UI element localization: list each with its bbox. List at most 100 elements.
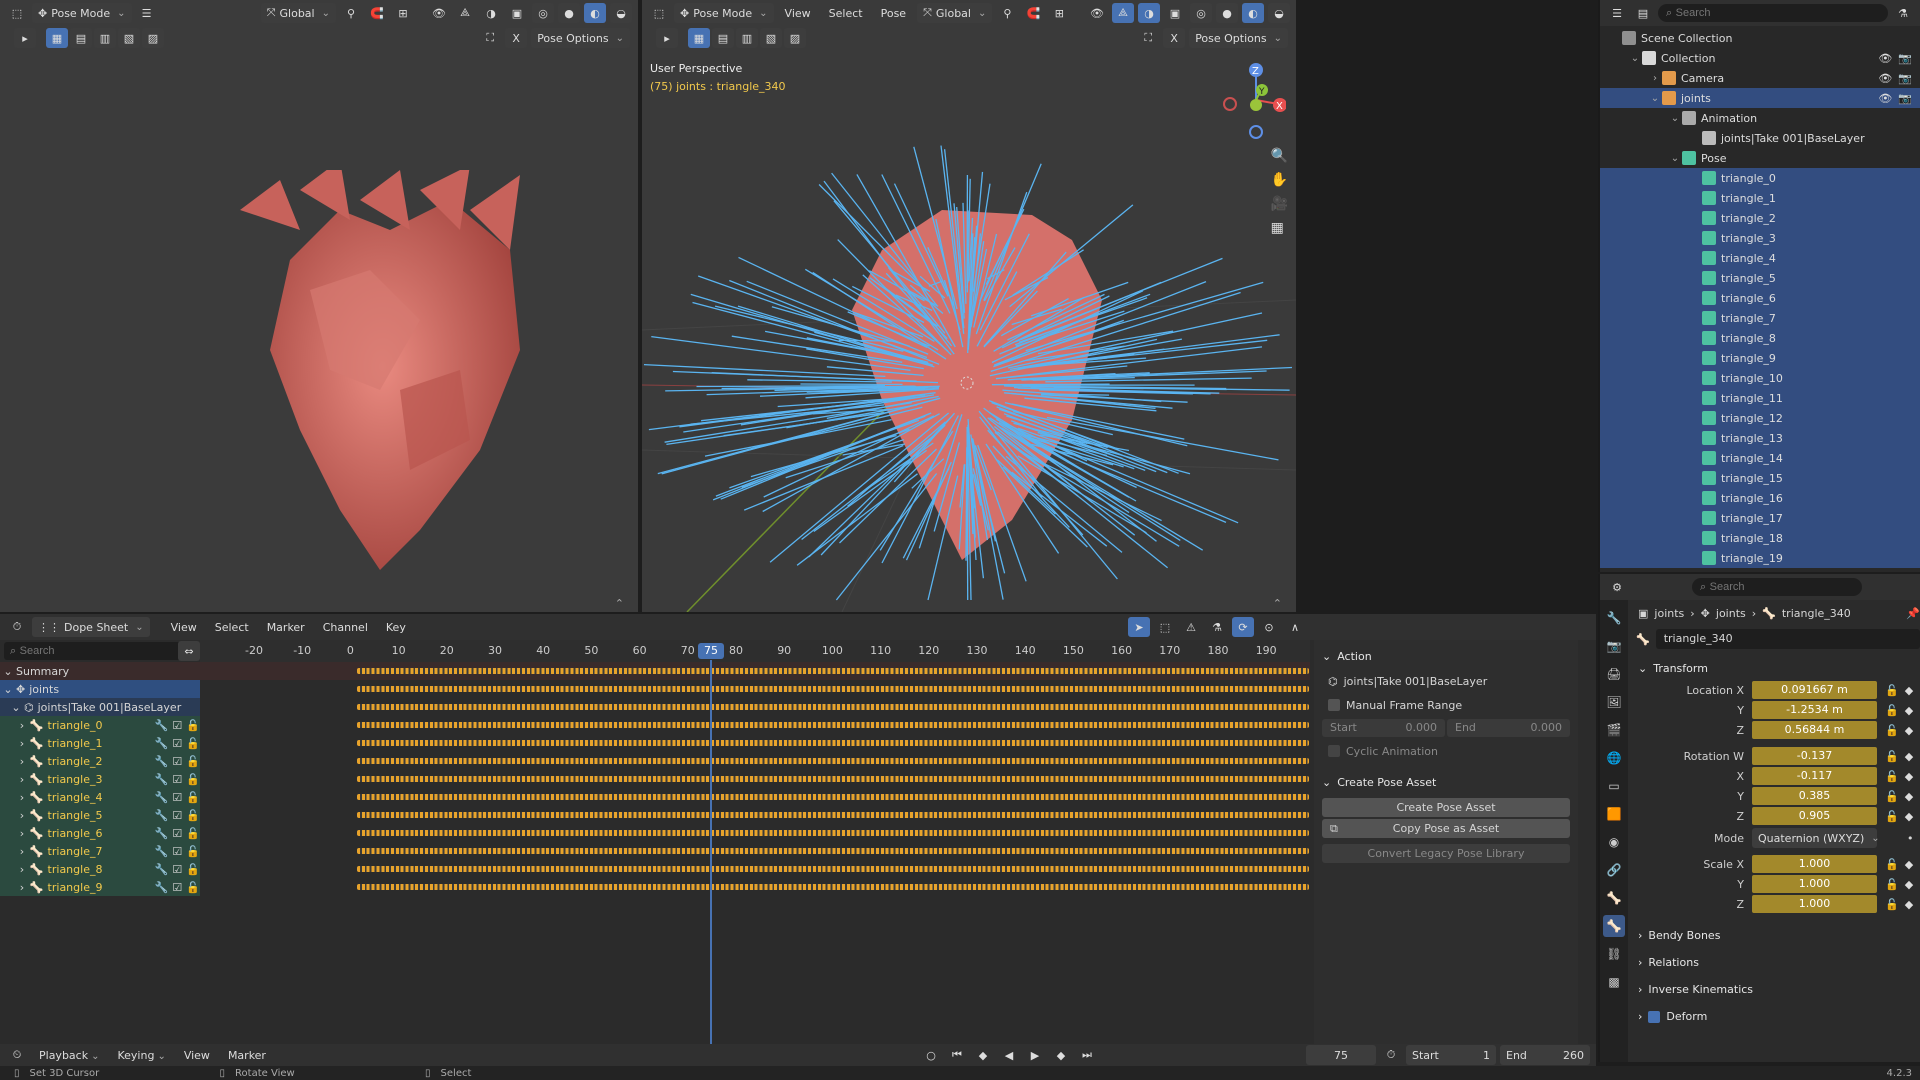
end-frame-field[interactable]: End 260 — [1500, 1045, 1590, 1065]
outliner-row[interactable]: triangle_3 — [1600, 228, 1920, 248]
play-reverse-icon[interactable]: ◀ — [998, 1045, 1020, 1065]
property-value-field[interactable]: 1.000 — [1752, 855, 1877, 873]
create-pose-panel-header[interactable]: ⌄ Create Pose Asset — [1322, 770, 1570, 794]
property-value-field[interactable]: 0.56844 m — [1752, 721, 1877, 739]
select-new-icon[interactable]: ▦ — [46, 28, 68, 48]
enable-checkbox[interactable]: ☑ — [172, 737, 182, 750]
keyframe-icon[interactable]: ◆ — [1905, 810, 1913, 823]
deform-checkbox[interactable] — [1648, 1010, 1661, 1023]
xray-icon[interactable]: ▣ — [506, 3, 528, 23]
menu-channel[interactable]: Channel — [316, 619, 375, 636]
menu-keying[interactable]: Keying — [110, 1047, 172, 1064]
outliner-row[interactable]: joints|Take 001|BaseLayer — [1600, 128, 1920, 148]
keyframe-strip[interactable] — [357, 722, 1309, 728]
mode-dropdown[interactable]: ✥ Pose Mode — [32, 3, 132, 23]
keyframe-strip[interactable] — [357, 686, 1309, 692]
channel-search-input[interactable] — [19, 645, 170, 657]
jump-end-icon[interactable]: ⏭ — [1076, 1045, 1098, 1065]
keyframe-icon[interactable]: ◆ — [1905, 878, 1913, 891]
outliner-row[interactable]: ⌄ Collection 👁 📷 — [1600, 48, 1920, 68]
editor-type-icon[interactable]: ☰ — [1606, 3, 1628, 23]
property-value-field[interactable]: -0.137 — [1752, 747, 1877, 765]
outliner-row[interactable]: triangle_17 — [1600, 508, 1920, 528]
view-layer-tab-icon[interactable]: 🖼 — [1603, 691, 1625, 713]
collapsed-panel-header[interactable]: › Bendy Bones — [1632, 922, 1920, 949]
current-frame-field[interactable]: 75 — [1306, 1045, 1376, 1065]
camera-render-icon[interactable]: 📷 — [1898, 52, 1912, 65]
select-extend-icon[interactable]: ▤ — [70, 28, 92, 48]
keyframe-strip[interactable] — [357, 830, 1309, 836]
outliner-search[interactable]: ⌕ — [1658, 4, 1888, 22]
expand-toggle-icon[interactable]: › — [1648, 73, 1662, 84]
outliner-row[interactable]: triangle_13 — [1600, 428, 1920, 448]
expand-toggle-icon[interactable]: ⌄ — [1648, 93, 1662, 104]
action-panel-header[interactable]: ⌄ Action — [1322, 644, 1570, 668]
enable-checkbox[interactable]: ☑ — [172, 845, 182, 858]
show-hidden-icon[interactable]: ⬚ — [1154, 617, 1176, 637]
bone-channel[interactable]: › 🦴 triangle_1 🔧 ☑ 🔓 — [0, 734, 1310, 752]
lock-icon[interactable]: 🔓 — [1885, 770, 1899, 783]
lock-icon[interactable]: 🔓 — [186, 845, 200, 858]
editor-type-icon[interactable]: ⚙ — [1606, 577, 1628, 597]
errors-icon[interactable]: ⚠ — [1180, 617, 1202, 637]
object-channel[interactable]: ⌄ ✥ joints — [0, 680, 1310, 698]
manual-range-checkbox[interactable] — [1328, 699, 1340, 711]
keyframe-strip[interactable] — [357, 794, 1309, 800]
lock-icon[interactable]: 🔓 — [186, 863, 200, 876]
eye-icon[interactable]: 👁 — [1878, 52, 1892, 65]
copy-pose-asset-button[interactable]: ⧉ Copy Pose as Asset — [1322, 819, 1570, 838]
bone-line[interactable] — [991, 383, 1110, 386]
collapsed-panel-header[interactable]: › Relations — [1632, 949, 1920, 976]
bone-channel[interactable]: › 🦴 triangle_6 🔧 ☑ 🔓 — [0, 824, 1310, 842]
menu-view[interactable]: View — [177, 1047, 217, 1064]
lock-icon[interactable]: 🔓 — [1885, 704, 1899, 717]
action-name[interactable]: joints|Take 001|BaseLayer — [1344, 675, 1488, 688]
keyframe-strip[interactable] — [357, 776, 1309, 782]
outliner-row[interactable]: triangle_12 — [1600, 408, 1920, 428]
lock-icon[interactable]: 🔓 — [1885, 810, 1899, 823]
eye-icon[interactable]: 👁 — [1878, 92, 1892, 105]
lock-icon[interactable]: 🔓 — [186, 773, 200, 786]
lock-icon[interactable]: 🔓 — [1885, 750, 1899, 763]
enable-checkbox[interactable]: ☑ — [172, 827, 182, 840]
object-tab-icon[interactable]: 🟧 — [1603, 803, 1625, 825]
wrench-icon[interactable]: 🔧 — [155, 773, 169, 786]
outliner-row[interactable]: triangle_18 — [1600, 528, 1920, 548]
constraints-tab-icon[interactable]: 🔗 — [1603, 859, 1625, 881]
jump-start-icon[interactable]: ⏮ — [946, 1045, 968, 1065]
transform-panel-header[interactable]: ⌄ Transform — [1632, 656, 1920, 680]
enable-checkbox[interactable]: ☑ — [172, 881, 182, 894]
pivot-icon[interactable]: ⚲ — [340, 3, 362, 23]
keyframe-icon[interactable]: ◆ — [1905, 724, 1913, 737]
bone-channel[interactable]: › 🦴 triangle_8 🔧 ☑ 🔓 — [0, 860, 1310, 878]
expand-toggle-icon[interactable]: ⌄ — [1628, 53, 1642, 64]
bone-channel[interactable]: › 🦴 triangle_2 🔧 ☑ 🔓 — [0, 752, 1310, 770]
create-pose-asset-button[interactable]: Create Pose Asset — [1322, 798, 1570, 817]
convert-legacy-button[interactable]: Convert Legacy Pose Library — [1322, 844, 1570, 863]
keyframe-icon[interactable]: ◆ — [1905, 790, 1913, 803]
wrench-icon[interactable]: 🔧 — [155, 809, 169, 822]
camera-view-icon[interactable]: 🎥 — [1271, 196, 1288, 212]
filter-icon[interactable]: ⚗ — [1892, 3, 1914, 23]
outliner-row[interactable]: ⌄ Animation — [1600, 108, 1920, 128]
next-key-icon[interactable]: ◆ — [1050, 1045, 1072, 1065]
keyframe-icon[interactable]: ◆ — [1905, 684, 1913, 697]
select-subtract-icon[interactable]: ▥ — [94, 28, 116, 48]
editor-type-icon[interactable]: ⏱ — [6, 617, 28, 637]
bone-channel[interactable]: › 🦴 triangle_7 🔧 ☑ 🔓 — [0, 842, 1310, 860]
interpolation-icon[interactable]: ∧ — [1284, 617, 1306, 637]
bone-line[interactable] — [715, 415, 926, 497]
bone-line[interactable] — [813, 449, 927, 533]
tool-tab-icon[interactable]: 🔧 — [1603, 607, 1625, 629]
wrench-icon[interactable]: 🔧 — [155, 863, 169, 876]
frame-ruler[interactable]: -20 -10 0 10 20 30 40 50 60 70 80 90 100 110 120 130 140… — [200, 640, 1310, 662]
action-channel[interactable]: ⌄ ⌬ joints|Take 001|BaseLayer — [0, 698, 1310, 716]
editor-type-icon[interactable]: ⬚ — [6, 3, 28, 23]
bone-constraints-tab-icon[interactable]: ⛓ — [1603, 943, 1625, 965]
outliner-row[interactable]: triangle_4 — [1600, 248, 1920, 268]
enable-checkbox[interactable]: ☑ — [172, 719, 182, 732]
menu-marker[interactable]: Marker — [260, 619, 312, 636]
lock-icon[interactable]: 🔓 — [186, 737, 200, 750]
outliner-row[interactable]: triangle_7 — [1600, 308, 1920, 328]
current-frame-badge[interactable]: 75 — [698, 643, 724, 659]
